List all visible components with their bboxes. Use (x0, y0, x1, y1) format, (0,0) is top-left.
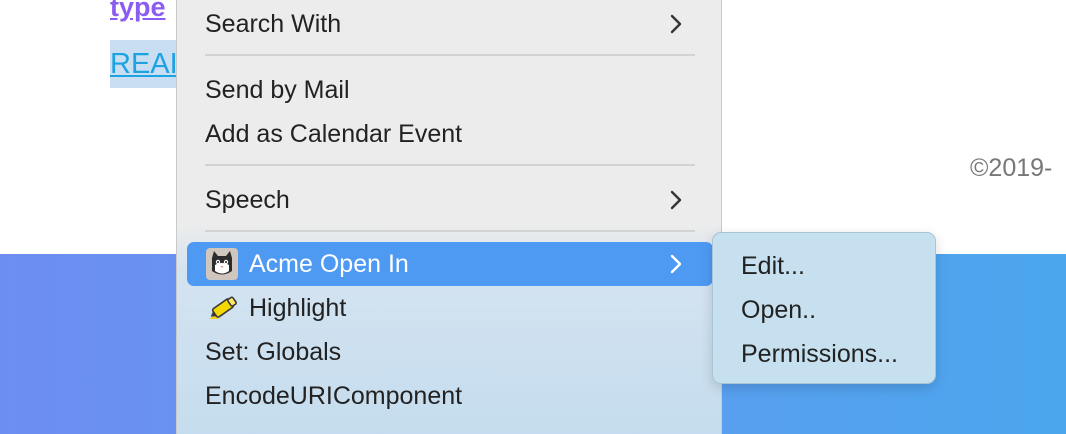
menu-separator (205, 54, 695, 56)
menu-item-acme-open-in[interactable]: Acme Open In (187, 242, 713, 286)
menu-item-label: EncodeURIComponent (205, 381, 463, 410)
copyright-text: ©2019- (970, 154, 1053, 182)
menu-item-encodeuricomponent[interactable]: EncodeURIComponent (187, 374, 713, 418)
submenu-item-edit[interactable]: Edit... (719, 244, 929, 288)
chevron-right-icon (670, 14, 682, 34)
context-menu: Search With Send by Mail Add as Calendar… (176, 0, 722, 434)
menu-item-label: Search With (205, 9, 342, 38)
menu-item-add-calendar-event[interactable]: Add as Calendar Event (187, 112, 713, 156)
menu-item-set-globals[interactable]: Set: Globals (187, 330, 713, 374)
menu-item-speech[interactable]: Speech (187, 178, 713, 222)
menu-item-label: Acme Open In (249, 249, 409, 278)
highlighter-icon (209, 296, 237, 319)
chevron-right-icon (670, 254, 682, 274)
menu-item-label: Set: Globals (205, 337, 342, 366)
page-link-type[interactable]: type (110, 0, 166, 22)
menu-item-label: Highlight (249, 293, 347, 322)
menu-item-label: Add as Calendar Event (205, 119, 463, 148)
submenu-item-open[interactable]: Open.. (719, 288, 929, 332)
menu-item-search-with[interactable]: Search With (187, 2, 713, 46)
chevron-right-icon (670, 190, 682, 210)
menu-separator (205, 230, 695, 232)
menu-item-label: Send by Mail (205, 75, 350, 104)
cat-app-icon (206, 248, 238, 280)
menu-item-highlight[interactable]: Highlight (187, 286, 713, 330)
submenu-item-permissions[interactable]: Permissions... (719, 332, 929, 376)
menu-item-send-by-mail[interactable]: Send by Mail (187, 68, 713, 112)
menu-item-label: Speech (205, 185, 290, 214)
page-link-selected[interactable]: REAI (110, 40, 178, 88)
menu-separator (205, 164, 695, 166)
acme-open-in-submenu: Edit... Open.. Permissions... (712, 232, 936, 384)
